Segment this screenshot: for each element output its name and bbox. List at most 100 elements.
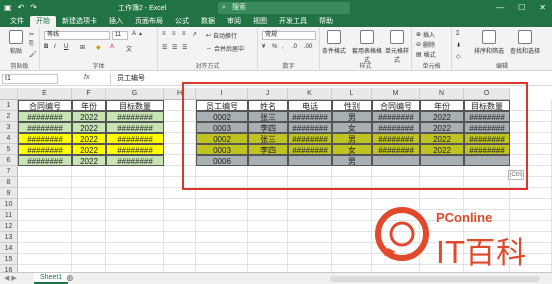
table-cell[interactable]: 2022: [72, 144, 106, 155]
delete-cells-button[interactable]: ⊖ 删除: [416, 40, 435, 49]
tab-formulas[interactable]: 公式: [169, 16, 195, 27]
table-cell[interactable]: ########: [18, 144, 72, 155]
font-name-select[interactable]: 等线: [44, 31, 110, 40]
row-header[interactable]: 1: [0, 100, 18, 111]
comma-icon[interactable]: ,: [282, 44, 284, 50]
grid-cell[interactable]: [288, 254, 332, 265]
table-header-cell[interactable]: 合同编号: [18, 100, 72, 111]
grid-cell[interactable]: [196, 232, 248, 243]
grid-cell[interactable]: [106, 254, 164, 265]
format-painter-icon[interactable]: 🖌: [29, 51, 37, 58]
grid-cell[interactable]: [72, 188, 106, 199]
row-header[interactable]: 4: [0, 133, 18, 144]
table-cell[interactable]: ########: [18, 122, 72, 133]
table-format-button[interactable]: 套用表格格式: [352, 30, 382, 64]
tab-page-layout[interactable]: 页面布局: [129, 16, 169, 27]
format-cells-button[interactable]: ▤ 格式: [416, 50, 436, 59]
cut-icon[interactable]: ✂: [29, 31, 34, 38]
grid-cell[interactable]: [164, 232, 196, 243]
grid-cell[interactable]: [248, 254, 288, 265]
align-middle-icon[interactable]: ≡: [172, 31, 176, 37]
grid-cell[interactable]: [106, 188, 164, 199]
grid-cell[interactable]: [18, 210, 72, 221]
table-cell[interactable]: ########: [106, 111, 164, 122]
table-cell[interactable]: ########: [106, 133, 164, 144]
row-header[interactable]: 3: [0, 122, 18, 133]
grid-cell[interactable]: [248, 232, 288, 243]
row-header[interactable]: 9: [0, 188, 18, 199]
grid-cell[interactable]: [72, 199, 106, 210]
function-icon[interactable]: fx: [84, 74, 89, 81]
increase-decimal-icon[interactable]: .0: [292, 44, 297, 50]
grid-cell[interactable]: [106, 210, 164, 221]
cell-style-button[interactable]: 单元格样式: [384, 30, 410, 64]
grid-cell[interactable]: [18, 188, 72, 199]
tab-view[interactable]: 视图: [247, 16, 273, 27]
grid-cell[interactable]: [196, 254, 248, 265]
grid-cell[interactable]: [248, 221, 288, 232]
grid-cell[interactable]: [288, 232, 332, 243]
grid-cell[interactable]: [18, 254, 72, 265]
grid-cell[interactable]: [164, 210, 196, 221]
wrap-text-button[interactable]: ↩ 自动换行: [206, 31, 237, 40]
grid-cell[interactable]: [18, 243, 72, 254]
grid-cell[interactable]: [510, 210, 552, 221]
table-cell[interactable]: 2022: [72, 111, 106, 122]
insert-cells-button[interactable]: ⊕ 插入: [416, 30, 435, 39]
row-header[interactable]: 10: [0, 199, 18, 210]
grid-cell[interactable]: [196, 210, 248, 221]
row-header[interactable]: 5: [0, 144, 18, 155]
grid-cell[interactable]: [18, 199, 72, 210]
align-bottom-icon[interactable]: ≡: [182, 31, 186, 37]
table-header-cell[interactable]: 目标数量: [106, 100, 164, 111]
tab-developer[interactable]: 开发工具: [273, 16, 313, 27]
grid-cell[interactable]: [288, 243, 332, 254]
name-box[interactable]: I1: [2, 74, 58, 84]
grid-cell[interactable]: [332, 232, 372, 243]
sort-filter-button[interactable]: 排序和筛选: [472, 30, 506, 55]
decrease-decimal-icon[interactable]: .00: [304, 44, 312, 50]
number-format-select[interactable]: 常规: [262, 31, 316, 40]
grid-cell[interactable]: [106, 232, 164, 243]
table-cell[interactable]: ########: [106, 122, 164, 133]
row-header[interactable]: 11: [0, 210, 18, 221]
grid-cell[interactable]: [332, 210, 372, 221]
grid-cell[interactable]: [288, 221, 332, 232]
table-cell[interactable]: ########: [18, 111, 72, 122]
row-header[interactable]: 14: [0, 243, 18, 254]
font-grow-icon[interactable]: A ▲: [132, 31, 143, 37]
grid-cell[interactable]: [72, 221, 106, 232]
grid-cell[interactable]: [288, 199, 332, 210]
column-header[interactable]: F: [72, 88, 106, 100]
maximize-icon[interactable]: ☐: [518, 3, 525, 12]
grid-cell[interactable]: [196, 221, 248, 232]
grid-cell[interactable]: [72, 210, 106, 221]
row-header[interactable]: 2: [0, 111, 18, 122]
add-sheet-icon[interactable]: ⊕: [66, 273, 74, 284]
grid-cell[interactable]: [464, 199, 510, 210]
column-header[interactable]: E: [18, 88, 72, 100]
row-header[interactable]: 15: [0, 254, 18, 265]
grid-cell[interactable]: [18, 166, 72, 177]
grid-cell[interactable]: [72, 232, 106, 243]
currency-icon[interactable]: ¥: [262, 44, 265, 50]
grid-cell[interactable]: [332, 254, 372, 265]
save-icon[interactable]: ▣: [4, 3, 12, 12]
grid-cell[interactable]: [18, 221, 72, 232]
tab-insert[interactable]: 插入: [103, 16, 129, 27]
grid-cell[interactable]: [18, 177, 72, 188]
search-box[interactable]: ⌕ 搜索: [218, 2, 350, 14]
grid-cell[interactable]: [164, 243, 196, 254]
grid-cell[interactable]: [106, 166, 164, 177]
row-header[interactable]: 7: [0, 166, 18, 177]
grid-cell[interactable]: [196, 243, 248, 254]
align-right-icon[interactable]: ☰: [182, 44, 187, 51]
font-size-select[interactable]: 11: [112, 31, 128, 40]
minimize-icon[interactable]: —: [496, 3, 504, 12]
fill-color-icon[interactable]: ◆: [96, 44, 101, 51]
grid-cell[interactable]: [72, 243, 106, 254]
fill-icon[interactable]: ⬇: [456, 42, 461, 49]
underline-icon[interactable]: U: [64, 44, 68, 50]
row-header[interactable]: 12: [0, 221, 18, 232]
border-icon[interactable]: ⊞: [80, 44, 85, 51]
